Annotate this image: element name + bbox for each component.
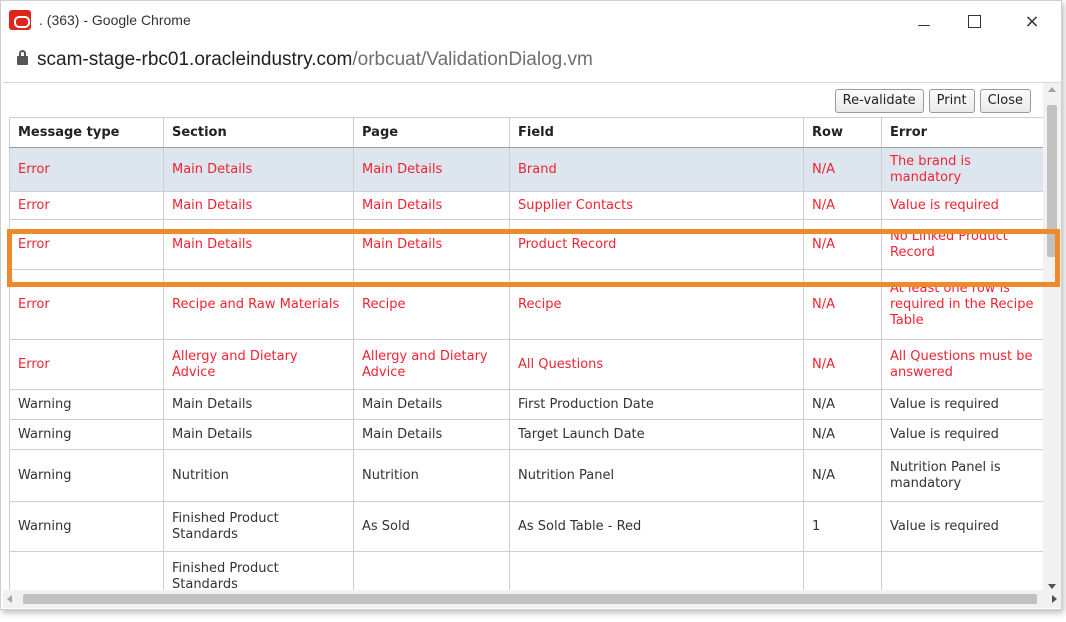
cell-message-type: Error	[9, 339, 164, 390]
cell-page: Nutrition	[353, 449, 510, 502]
table-row[interactable]: Error Main Details Main Details Product …	[9, 219, 1044, 270]
title-bar: . (363) - Google Chrome ×	[1, 1, 1061, 41]
cell-page: Main Details	[353, 219, 510, 270]
cell-row: N/A	[803, 269, 882, 340]
cell-row: N/A	[803, 419, 882, 450]
horizontal-scrollbar[interactable]	[3, 590, 1061, 608]
vertical-scroll-thumb[interactable]	[1047, 105, 1057, 257]
cell-section: Main Details	[163, 191, 354, 220]
address-bar[interactable]: scam-stage-rbc01.oracleindustry.com/orbc…	[1, 41, 1061, 81]
minimize-icon	[918, 24, 930, 26]
cell-section: Main Details	[163, 419, 354, 450]
table-row[interactable]: Error Main Details Main Details Brand N/…	[9, 147, 1044, 192]
scroll-right-icon[interactable]	[1052, 595, 1057, 603]
table-row[interactable]: Warning Nutrition Nutrition Nutrition Pa…	[9, 449, 1044, 502]
cell-row: N/A	[803, 147, 882, 192]
cell-page: Main Details	[353, 389, 510, 420]
oracle-logo-icon	[9, 10, 31, 30]
cell-field: Target Launch Date	[509, 419, 804, 450]
validation-table: Message type Section Page Field Row Erro…	[9, 117, 1044, 602]
cell-page: Main Details	[353, 147, 510, 192]
cell-row: N/A	[803, 219, 882, 270]
horizontal-scroll-thumb[interactable]	[23, 594, 1037, 604]
cell-message-type: Warning	[9, 389, 164, 420]
maximize-icon	[967, 14, 981, 28]
close-button[interactable]: Close	[979, 89, 1031, 113]
cell-message-type: Error	[9, 147, 164, 192]
cell-error: Nutrition Panel is mandatory	[881, 449, 1044, 502]
cell-section: Finished Product Standards	[163, 501, 354, 552]
cell-row: N/A	[803, 339, 882, 390]
print-button[interactable]: Print	[928, 89, 975, 113]
cell-error: Value is required	[881, 389, 1044, 420]
cell-section: Allergy and Dietary Advice	[163, 339, 354, 390]
url-domain: scam-stage-rbc01.oracleindustry.com	[37, 49, 353, 70]
table-header-row: Message type Section Page Field Row Erro…	[9, 117, 1044, 148]
table-row[interactable]: Error Recipe and Raw Materials Recipe Re…	[9, 269, 1044, 340]
table-row[interactable]: Error Allergy and Dietary Advice Allergy…	[9, 339, 1044, 390]
lock-icon[interactable]	[17, 50, 28, 67]
close-window-button[interactable]: ×	[1009, 5, 1055, 37]
table-row[interactable]: Warning Main Details Main Details First …	[9, 389, 1044, 420]
cell-message-type: Error	[9, 219, 164, 270]
vertical-scrollbar[interactable]	[1043, 83, 1061, 591]
cell-row: N/A	[803, 449, 882, 502]
scroll-up-icon[interactable]	[1048, 87, 1056, 92]
cell-page: Main Details	[353, 419, 510, 450]
cell-row: 1	[803, 501, 882, 552]
column-header-field[interactable]: Field	[509, 117, 804, 148]
url-text[interactable]: scam-stage-rbc01.oracleindustry.com/orbc…	[37, 49, 593, 71]
cell-section: Main Details	[163, 389, 354, 420]
cell-page: Main Details	[353, 191, 510, 220]
cell-message-type: Error	[9, 269, 164, 340]
cell-error: At least one row is required in the Reci…	[881, 269, 1044, 340]
cell-row: N/A	[803, 191, 882, 220]
cell-message-type: Warning	[9, 449, 164, 502]
cell-message-type: Error	[9, 191, 164, 220]
table-row[interactable]: Error Main Details Main Details Supplier…	[9, 191, 1044, 220]
cell-error: All Questions must be answered	[881, 339, 1044, 390]
cell-section: Recipe and Raw Materials	[163, 269, 354, 340]
scroll-down-icon[interactable]	[1048, 584, 1056, 589]
cell-field: Supplier Contacts	[509, 191, 804, 220]
cell-error: Value is required	[881, 191, 1044, 220]
validation-dialog: Re-validate Print Close Message type Sec…	[3, 82, 1061, 608]
url-path: /orbcuat/ValidationDialog.vm	[352, 49, 593, 70]
cell-message-type: Warning	[9, 419, 164, 450]
window-title: . (363) - Google Chrome	[39, 12, 191, 28]
revalidate-button[interactable]: Re-validate	[834, 89, 924, 113]
cell-page: Recipe	[353, 269, 510, 340]
cell-page: Allergy and Dietary Advice	[353, 339, 510, 390]
dialog-toolbar: Re-validate Print Close	[834, 89, 1031, 113]
cell-error: The brand is mandatory	[881, 147, 1044, 192]
column-header-row[interactable]: Row	[803, 117, 882, 148]
table-row[interactable]: Warning Finished Product Standards As So…	[9, 501, 1044, 552]
column-header-section[interactable]: Section	[163, 117, 354, 148]
column-header-page[interactable]: Page	[353, 117, 510, 148]
cell-field: Nutrition Panel	[509, 449, 804, 502]
cell-field: All Questions	[509, 339, 804, 390]
cell-error: Value is required	[881, 501, 1044, 552]
scroll-left-icon[interactable]	[7, 595, 12, 603]
minimize-button[interactable]	[901, 5, 947, 37]
close-icon: ×	[1024, 10, 1040, 32]
cell-section: Main Details	[163, 147, 354, 192]
cell-field: As Sold Table - Red	[509, 501, 804, 552]
cell-message-type: Warning	[9, 501, 164, 552]
cell-field: Recipe	[509, 269, 804, 340]
maximize-button[interactable]	[951, 5, 997, 37]
cell-field: Product Record	[509, 219, 804, 270]
column-header-message-type[interactable]: Message type	[9, 117, 164, 148]
cell-section: Main Details	[163, 219, 354, 270]
cell-error: Value is required	[881, 419, 1044, 450]
cell-field: First Production Date	[509, 389, 804, 420]
browser-window: . (363) - Google Chrome × scam-stage-rbc…	[0, 0, 1062, 610]
cell-section: Nutrition	[163, 449, 354, 502]
cell-error: No Linked Product Record	[881, 219, 1044, 270]
table-row[interactable]: Warning Main Details Main Details Target…	[9, 419, 1044, 450]
cell-row: N/A	[803, 389, 882, 420]
column-header-error[interactable]: Error	[881, 117, 1044, 148]
cell-page: As Sold	[353, 501, 510, 552]
cell-field: Brand	[509, 147, 804, 192]
